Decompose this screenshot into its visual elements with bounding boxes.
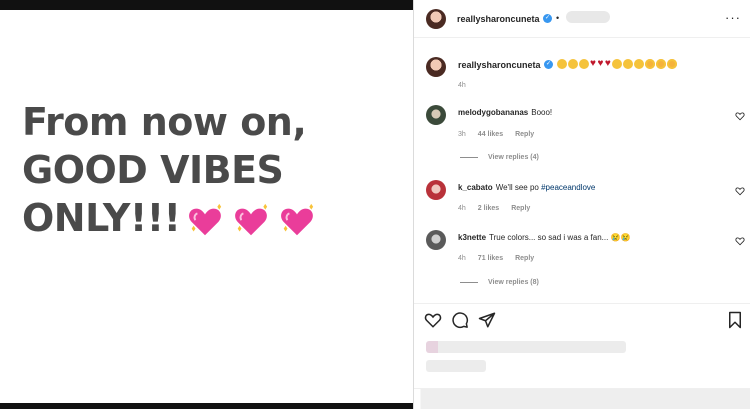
- comment-likes[interactable]: 71 likes: [478, 255, 503, 262]
- commenter-avatar[interactable]: [426, 105, 446, 125]
- comment-icon[interactable]: [451, 311, 469, 329]
- post-line-3: ONLY!!!: [22, 194, 316, 242]
- divider-line: [460, 281, 478, 283]
- image-top-bar: [0, 0, 413, 10]
- commenter-username[interactable]: k_cabato: [458, 183, 493, 192]
- actions-divider: [414, 303, 750, 304]
- comment-text: melodygobananas Booo!: [458, 108, 552, 117]
- comment-likes[interactable]: 44 likes: [478, 131, 503, 138]
- caption-time: 4h: [458, 82, 466, 89]
- view-replies-button[interactable]: View replies (8): [460, 279, 539, 286]
- sparkling-hearts: [186, 202, 316, 240]
- hashtag-link[interactable]: #peaceandlove: [541, 183, 595, 192]
- comment-body: True colors... so sad i was a fan... 😢😢: [489, 233, 631, 242]
- comment-time: 4h: [458, 255, 466, 262]
- like-comment-heart-icon[interactable]: [735, 236, 745, 246]
- reply-button[interactable]: Reply: [515, 255, 534, 262]
- caption-username[interactable]: reallysharoncuneta: [458, 60, 541, 70]
- sparkling-heart-icon: [235, 203, 268, 235]
- commenter-username[interactable]: melodygobananas: [458, 108, 528, 117]
- smile-emoji-icon: [634, 58, 645, 69]
- author-avatar[interactable]: [426, 9, 446, 29]
- post-image: From now on, GOOD VIBES ONLY!!!: [0, 0, 413, 409]
- comment-body: We'll see po: [495, 183, 542, 192]
- heart-eyes-emoji-icon: [656, 58, 667, 69]
- heart-icon[interactable]: [424, 311, 442, 329]
- author-username[interactable]: reallysharoncuneta: [457, 14, 540, 24]
- more-options-icon[interactable]: ···: [725, 10, 741, 25]
- comment-meta: 4h 71 likes Reply: [458, 255, 546, 262]
- heart-eyes-emoji-icon: [645, 58, 656, 69]
- caption-avatar[interactable]: [426, 57, 446, 77]
- view-replies-label: View replies (8): [488, 279, 539, 286]
- post-header: reallysharoncuneta ✓ • ···: [414, 0, 750, 38]
- grin-emoji-icon: [568, 58, 578, 69]
- comment-time: 4h: [458, 205, 466, 212]
- post-side-panel: reallysharoncuneta ✓ • ··· reallysharonc…: [413, 0, 750, 409]
- comment-body: Booo!: [531, 108, 553, 117]
- red-heart-icon: ♥: [590, 58, 597, 70]
- reply-button[interactable]: Reply: [511, 205, 530, 212]
- comment-text: k_cabato We'll see po #peaceandlove: [458, 183, 595, 192]
- comment-meta: 4h 2 likes Reply: [458, 205, 542, 212]
- verified-check-icon: ✓: [543, 14, 552, 23]
- view-replies-button[interactable]: View replies (4): [460, 154, 539, 161]
- comment-text: k3nette True colors... so sad i was a fan…: [458, 233, 630, 242]
- grin-emoji-icon: [579, 58, 589, 69]
- grin-emoji-icon: [557, 58, 567, 69]
- like-comment-heart-icon[interactable]: [735, 111, 745, 121]
- follow-button-blurred[interactable]: [566, 11, 610, 23]
- blurred-likes-row: [426, 341, 626, 353]
- divider-line: [460, 156, 478, 158]
- view-replies-label: View replies (4): [488, 154, 539, 161]
- red-heart-icon: ♥: [597, 58, 604, 70]
- blurred-comment-input[interactable]: [414, 388, 750, 409]
- like-comment-heart-icon[interactable]: [735, 186, 745, 196]
- commenter-avatar[interactable]: [426, 180, 446, 200]
- reply-button[interactable]: Reply: [515, 131, 534, 138]
- sparkling-heart-icon: [281, 203, 314, 235]
- image-bottom-bar: [0, 403, 413, 409]
- share-icon[interactable]: [478, 311, 496, 329]
- comment-time: 3h: [458, 131, 466, 138]
- verified-check-icon: ✓: [544, 60, 553, 69]
- caption-emojis: ♥♥♥: [557, 58, 678, 69]
- post-line-2: GOOD VIBES: [22, 148, 284, 192]
- separator-dot: •: [556, 13, 560, 23]
- post-text: From now on, GOOD VIBES ONLY!!!: [22, 98, 316, 242]
- red-heart-icon: ♥: [604, 58, 612, 70]
- comment-meta: 3h 44 likes Reply: [458, 131, 546, 138]
- heart-eyes-emoji-icon: [667, 58, 678, 69]
- blurred-timestamp: [426, 360, 486, 372]
- comment-likes[interactable]: 2 likes: [478, 205, 499, 212]
- commenter-username[interactable]: k3nette: [458, 233, 486, 242]
- sparkling-heart-icon: [189, 203, 222, 235]
- commenter-avatar[interactable]: [426, 230, 446, 250]
- post-line-1: From now on,: [22, 100, 307, 144]
- smile-emoji-icon: [623, 58, 634, 69]
- post-line-3-text: ONLY!!!: [22, 196, 181, 240]
- bookmark-icon[interactable]: [726, 311, 744, 329]
- smile-emoji-icon: [612, 58, 623, 69]
